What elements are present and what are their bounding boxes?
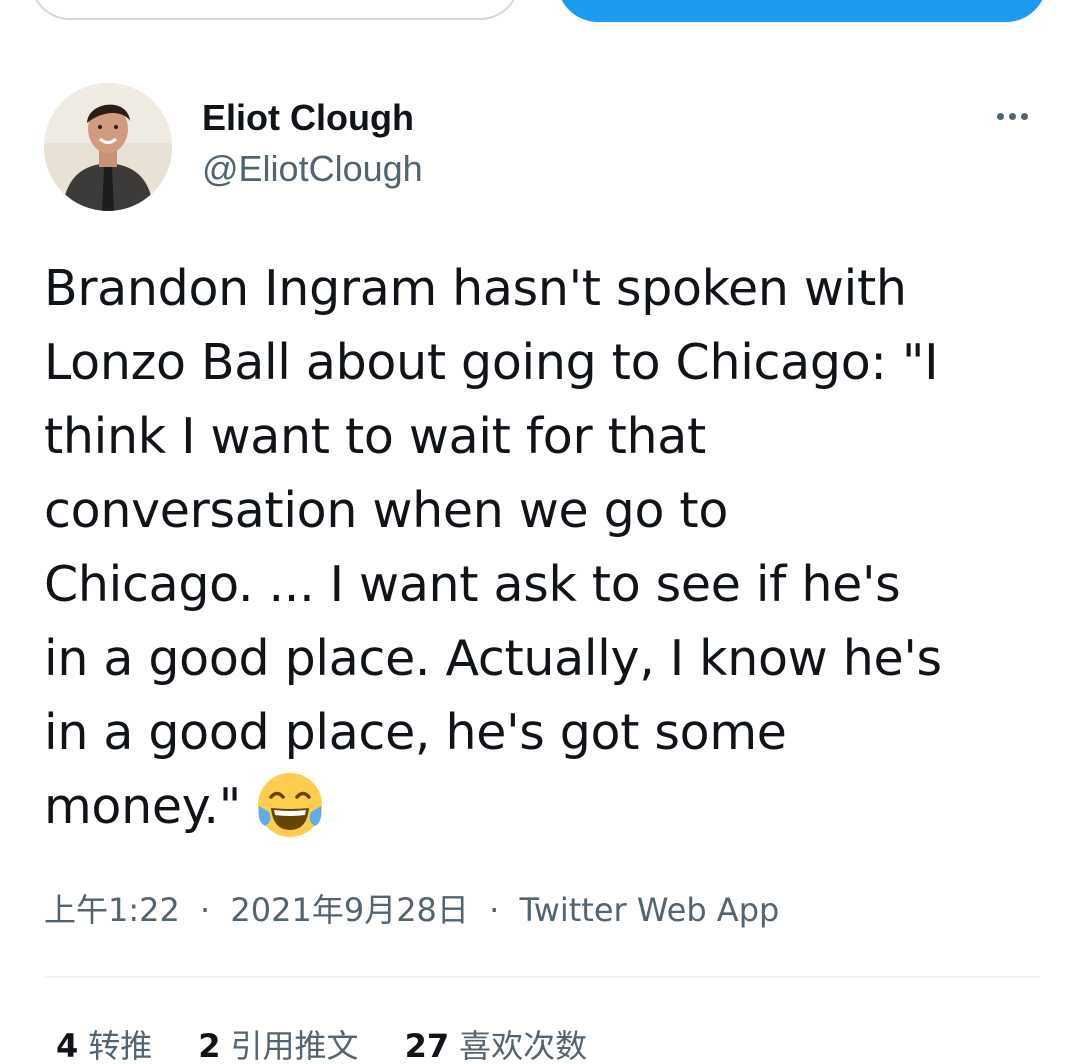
tweet-text: Brandon Ingram hasn't spoken with Lonzo … (44, 252, 1054, 844)
quotes-label: 引用推文 (230, 1027, 359, 1064)
more-options-icon[interactable] (990, 104, 1034, 128)
likes-stat[interactable]: 27 喜欢次数 (405, 1022, 588, 1064)
tweet-meta: 上午1:22 · 2021年9月28日 · Twitter Web App (44, 888, 779, 932)
likes-count: 27 (404, 1027, 450, 1064)
top-outline-button[interactable] (30, 0, 520, 20)
tweet-text-line: Chicago. ... I want ask to see if he's (44, 556, 901, 613)
top-primary-button[interactable] (557, 0, 1047, 22)
meta-separator: · (200, 891, 211, 929)
tweet-text-line: in a good place. Actually, I know he's (44, 630, 942, 687)
avatar[interactable] (44, 83, 172, 211)
tweet-text-last-line: money." (44, 770, 1054, 844)
retweets-stat[interactable]: 4 转推 (56, 1022, 152, 1064)
tweet-date[interactable]: 2021年9月28日 (230, 891, 469, 929)
retweets-count: 4 (56, 1027, 79, 1064)
avatar-photo-icon (44, 83, 172, 211)
divider (44, 976, 1040, 978)
tweet-text-line: conversation when we go to (44, 482, 729, 539)
likes-label: 喜欢次数 (459, 1027, 588, 1064)
meta-separator: · (489, 891, 500, 929)
tweet-source[interactable]: Twitter Web App (519, 891, 779, 929)
face-with-tears-of-joy-icon (255, 770, 325, 840)
tweet-time[interactable]: 上午1:22 (44, 891, 180, 929)
retweets-label: 转推 (88, 1027, 153, 1064)
quotes-stat[interactable]: 2 引用推文 (198, 1022, 358, 1064)
tweet-text-line: Lonzo Ball about going to Chicago: "I (44, 334, 939, 391)
tweet-text-line: money." (44, 778, 241, 835)
quotes-count: 2 (198, 1027, 221, 1064)
author-handle[interactable]: @EliotClough (202, 147, 423, 191)
tweet-text-line: in a good place, he's got some (44, 704, 787, 761)
tweet-detail-page: Eliot Clough @EliotClough Brandon Ingram… (0, 0, 1080, 1064)
tweet-text-line: think I want to wait for that (44, 408, 706, 465)
tweet-stats: 4 转推 2 引用推文 27 喜欢次数 (56, 1022, 587, 1064)
author-display-name[interactable]: Eliot Clough (202, 96, 414, 140)
tweet-text-line: Brandon Ingram hasn't spoken with (44, 260, 907, 317)
